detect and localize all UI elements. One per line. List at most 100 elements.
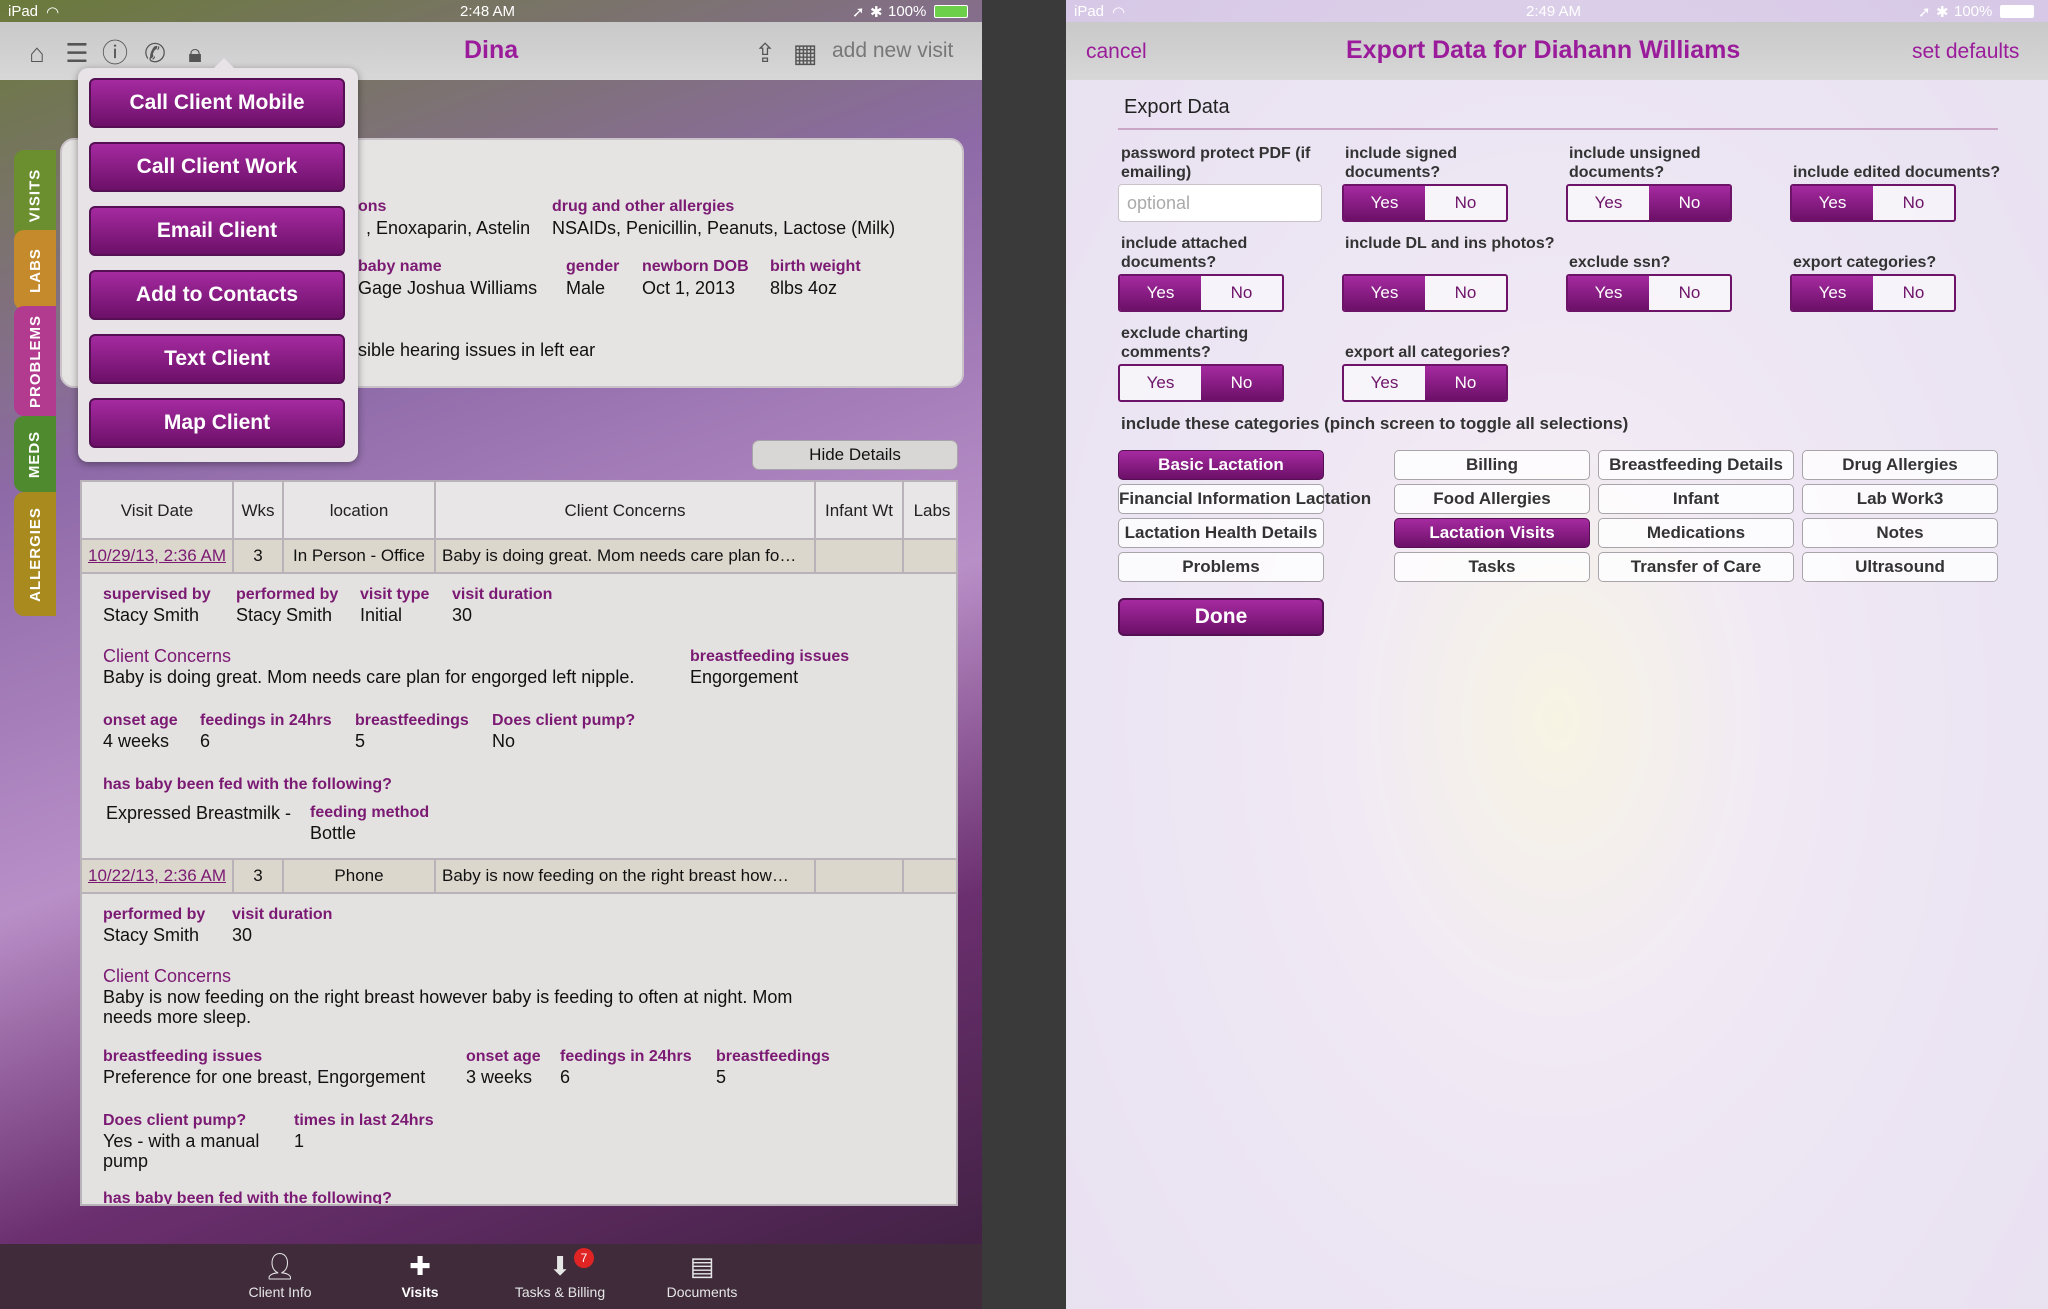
no-option[interactable]: No [1425,366,1506,400]
category-notes[interactable]: Notes [1802,518,1998,548]
col-infant-wt[interactable]: Infant Wt [816,482,904,540]
tab-documents[interactable]: ▤ Documents [632,1244,772,1309]
category-lab-work3[interactable]: Lab Work3 [1802,484,1998,514]
col-visit-date[interactable]: Visit Date [82,482,234,540]
yes-option[interactable]: Yes [1344,276,1425,310]
breastfeedings-value: 5 [716,1067,727,1087]
visit-date-link[interactable]: 10/22/13, 2:36 AM [82,860,234,892]
visit-location: Phone [284,860,436,892]
calendar-icon[interactable]: ▦ [790,38,820,68]
category-basic-lactation[interactable]: Basic Lactation [1118,450,1324,480]
yes-option[interactable]: Yes [1568,276,1649,310]
phone-icon[interactable]: ✆ [140,38,170,68]
no-option[interactable]: No [1201,276,1282,310]
email-client-button[interactable]: Email Client [89,206,345,256]
col-location[interactable]: location [284,482,436,540]
breastfeeding-issues-label: breastfeeding issues [103,1048,263,1065]
col-wks[interactable]: Wks [234,482,284,540]
table-row[interactable]: 10/22/13, 2:36 AM 3 Phone Baby is now fe… [82,858,956,894]
visit-concern: Baby is now feeding on the right breast … [436,860,816,892]
password-protect-label: password protect PDF (if emailing) [1121,145,1311,181]
info-icon[interactable]: ⓘ [100,38,130,68]
category-ultrasound[interactable]: Ultrasound [1802,552,1998,582]
tab-client-info[interactable]: 👤︎ Client Info [210,1244,350,1309]
performed-by-label: performed by [103,906,206,923]
supervised-by-value: Stacy Smith [103,605,200,625]
col-client-concerns[interactable]: Client Concerns [436,482,816,540]
yes-option[interactable]: Yes [1120,276,1201,310]
yes-no-toggle[interactable]: Yes No [1790,184,1956,222]
yes-option[interactable]: Yes [1792,186,1873,220]
map-client-button[interactable]: Map Client [89,398,345,448]
category-tasks[interactable]: Tasks [1394,552,1590,582]
share-icon[interactable]: ⇪ [750,38,780,68]
category-medications[interactable]: Medications [1598,518,1794,548]
no-option[interactable]: No [1649,186,1730,220]
category-transfer-of-care[interactable]: Transfer of Care [1598,552,1794,582]
category-financial-information-lactation[interactable]: Financial Information Lactation [1118,484,1371,514]
yes-no-toggle[interactable]: Yes No [1342,184,1508,222]
no-option[interactable]: No [1873,186,1954,220]
bluetooth-icon: ✱ [870,4,883,21]
no-option[interactable]: No [1425,276,1506,310]
tab-visits[interactable]: ✚ Visits [350,1244,490,1309]
no-option[interactable]: No [1425,186,1506,220]
lock-icon[interactable]: 🔒︎ [180,38,210,68]
home-icon[interactable]: ⌂ [22,38,52,68]
tab-label: Documents [666,1284,738,1300]
side-tab-labs[interactable]: LABS [14,230,56,310]
pump-value: Yes - with a manual [103,1131,260,1151]
yes-no-toggle[interactable]: Yes No [1566,274,1732,312]
yes-no-toggle[interactable]: Yes No [1566,184,1732,222]
yes-no-toggle[interactable]: Yes No [1790,274,1956,312]
tab-tasks-billing[interactable]: ⬇ 7 Tasks & Billing [490,1244,630,1309]
category-food-allergies[interactable]: Food Allergies [1394,484,1590,514]
list-icon[interactable]: ☰ [62,38,92,68]
yes-no-toggle[interactable]: Yes No [1118,364,1284,402]
yes-no-toggle[interactable]: Yes No [1342,364,1508,402]
category-lactation-visits[interactable]: Lactation Visits [1394,518,1590,548]
medications-label: ons [358,198,387,215]
category-problems[interactable]: Problems [1118,552,1324,582]
category-lactation-health-details[interactable]: Lactation Health Details [1118,518,1324,548]
side-tab-visits[interactable]: VISITS [14,150,56,240]
col-labs[interactable]: Labs [904,482,956,540]
category-drug-allergies[interactable]: Drug Allergies [1802,450,1998,480]
visit-date-link[interactable]: 10/29/13, 2:36 AM [82,540,234,572]
done-button[interactable]: Done [1118,598,1324,636]
no-option[interactable]: No [1873,276,1954,310]
password-input[interactable]: optional [1118,184,1322,222]
breastfeedings-label: breastfeedings [355,712,469,729]
breastfeedings-label: breastfeedings [716,1048,830,1065]
device-label: iPad [1074,3,1105,20]
no-option[interactable]: No [1649,276,1730,310]
side-tab-problems[interactable]: PROBLEMS [14,306,56,416]
yes-option[interactable]: Yes [1120,366,1201,400]
cancel-button[interactable]: cancel [1086,40,1147,64]
feedings-label: feedings in 24hrs [200,712,332,729]
yes-option[interactable]: Yes [1344,366,1425,400]
export-title: Export Data for Diahann Williams [1346,36,1741,64]
text-client-button[interactable]: Text Client [89,334,345,384]
yes-no-toggle[interactable]: Yes No [1118,274,1284,312]
call-client-mobile-button[interactable]: Call Client Mobile [89,78,345,128]
hide-details-button[interactable]: Hide Details [752,440,958,470]
call-client-work-button[interactable]: Call Client Work [89,142,345,192]
visits-table: Visit Date Wks location Client Concerns … [80,480,958,1206]
add-to-contacts-button[interactable]: Add to Contacts [89,270,345,320]
side-tab-allergies[interactable]: ALLERGIES [14,492,56,616]
yes-option[interactable]: Yes [1344,186,1425,220]
category-infant[interactable]: Infant [1598,484,1794,514]
side-tab-meds[interactable]: MEDS [14,416,56,492]
birth-weight-value: 8lbs 4oz [770,278,838,298]
set-defaults-button[interactable]: set defaults [1912,40,2019,64]
yes-no-toggle[interactable]: Yes No [1342,274,1508,312]
yes-option[interactable]: Yes [1792,276,1873,310]
category-billing[interactable]: Billing [1394,450,1590,480]
add-new-visit-button[interactable]: add new visit [832,39,953,63]
yes-option[interactable]: Yes [1568,186,1649,220]
table-row[interactable]: 10/29/13, 2:36 AM 3 In Person - Office B… [82,538,956,574]
visit-infant-wt [816,860,904,892]
category-breastfeeding-details[interactable]: Breastfeeding Details [1598,450,1794,480]
no-option[interactable]: No [1201,366,1282,400]
